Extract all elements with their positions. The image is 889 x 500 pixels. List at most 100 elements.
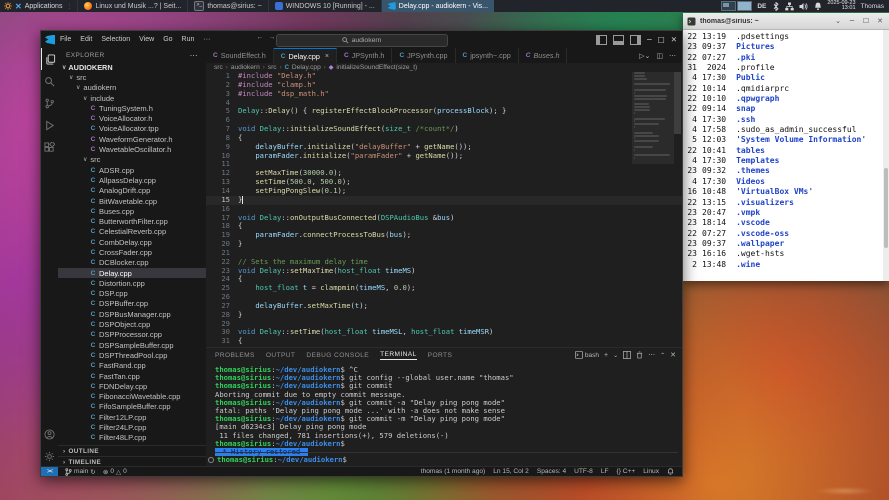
- keyboard-layout-indicator[interactable]: DE: [757, 3, 766, 10]
- code-line-19[interactable]: 19 paramFader.connectProcessToBus(bus);: [206, 231, 682, 240]
- vscode-titlebar[interactable]: FileEditSelectionViewGoRun··· ← → audiok…: [41, 31, 682, 49]
- tree-item-FibonacciWavetable.cpp[interactable]: CFibonacciWavetable.cpp: [58, 392, 206, 402]
- code-line-17[interactable]: 17void Delay::onOutputBusConnected(DSPAu…: [206, 214, 682, 223]
- workspace-2[interactable]: [737, 1, 752, 11]
- extensions-icon[interactable]: [41, 136, 58, 158]
- notifications-icon[interactable]: [667, 468, 674, 476]
- tree-item-FastRand.cpp[interactable]: CFastRand.cpp: [58, 361, 206, 371]
- breadcrumb-item[interactable]: initializeSoundEffect(size_t): [336, 64, 417, 71]
- code-line-3[interactable]: 3#include "dsp_math.h": [206, 90, 682, 99]
- tree-item-CombDelay.cpp[interactable]: CCombDelay.cpp: [58, 237, 206, 247]
- commit-info[interactable]: thomas (1 month ago): [421, 468, 486, 475]
- menu-run[interactable]: Run: [182, 36, 195, 43]
- tree-item-TuningSystem.h[interactable]: CTuningSystem.h: [58, 103, 206, 113]
- workspace-pager[interactable]: [721, 1, 752, 11]
- tree-item-DSPProcessor.cpp[interactable]: CDSPProcessor.cpp: [58, 330, 206, 340]
- toggle-secondary-sidebar-icon[interactable]: [630, 35, 641, 45]
- terminal-dropdown-icon[interactable]: ⌄: [613, 352, 618, 359]
- code-line-27[interactable]: 27 delayBuffer.setMaxTime(t);: [206, 302, 682, 311]
- tree-item-Filter48LP.cpp[interactable]: CFilter48LP.cpp: [58, 433, 206, 443]
- code-editor[interactable]: 1#include "Delay.h"2#include "clamp.h"3#…: [206, 72, 682, 347]
- panel-maximize-icon[interactable]: ⌃: [660, 352, 665, 359]
- integrated-terminal[interactable]: thomas@sirius:~/dev/audiokern$ ^Cthomas@…: [215, 366, 678, 456]
- tab-JPSynth.h[interactable]: CJPSynth.h: [337, 48, 392, 63]
- tree-item-ButterworthFilter.cpp[interactable]: CButterworthFilter.cpp: [58, 216, 206, 226]
- panel-tab-terminal[interactable]: TERMINAL: [380, 351, 417, 360]
- window-maximize-button[interactable]: □: [658, 35, 665, 44]
- tree-item-Buses.cpp[interactable]: CBuses.cpp: [58, 206, 206, 216]
- taskbar-button-terminal[interactable]: >_thomas@sirius: ~: [187, 0, 267, 12]
- problems-item[interactable]: ⊗ 0 △ 0: [103, 468, 127, 476]
- code-line-20[interactable]: 20}: [206, 240, 682, 249]
- run-button[interactable]: ▷⌄: [639, 52, 650, 60]
- code-line-31[interactable]: 31{: [206, 337, 682, 346]
- terminal-close-button[interactable]: ✕: [875, 17, 885, 25]
- nav-back-icon[interactable]: ←: [257, 34, 264, 41]
- account-icon[interactable]: [41, 423, 58, 445]
- clock[interactable]: 2025-09-23 13:01: [827, 1, 855, 12]
- source-control-icon[interactable]: [41, 92, 58, 114]
- breadcrumb-item[interactable]: audiokern: [231, 64, 260, 71]
- split-editor-icon[interactable]: ◫: [656, 52, 663, 60]
- tree-item-FastTan.cpp[interactable]: CFastTan.cpp: [58, 371, 206, 381]
- tree-item-FifoSampleBuffer.cpp[interactable]: CFifoSampleBuffer.cpp: [58, 402, 206, 412]
- tree-item-src[interactable]: ∨src: [58, 72, 206, 82]
- tree-item-DSP.cpp[interactable]: CDSP.cpp: [58, 289, 206, 299]
- tab-JPSynth.cpp[interactable]: CJPSynth.cpp: [392, 48, 455, 63]
- tree-item-FDNDelay.cpp[interactable]: CFDNDelay.cpp: [58, 381, 206, 391]
- window-minimize-button[interactable]: ─: [647, 35, 652, 44]
- os-indicator[interactable]: Linux: [643, 468, 659, 475]
- kill-terminal-icon[interactable]: [636, 351, 643, 359]
- terminal-menu-button[interactable]: ⌄: [833, 17, 843, 25]
- tree-item-CrossFader.cpp[interactable]: CCrossFader.cpp: [58, 247, 206, 257]
- menu-[interactable]: ···: [203, 36, 210, 43]
- tree-item-Filter24LP.cpp[interactable]: CFilter24LP.cpp: [58, 422, 206, 432]
- tree-item-DSPBuffer.cpp[interactable]: CDSPBuffer.cpp: [58, 299, 206, 309]
- network-icon[interactable]: [785, 1, 794, 11]
- explorer-icon[interactable]: [41, 48, 58, 70]
- eol[interactable]: LF: [601, 468, 609, 475]
- tab-SoundEffect.h[interactable]: CSoundEffect.h: [206, 48, 274, 63]
- tree-item-BitWavetable.cpp[interactable]: CBitWavetable.cpp: [58, 196, 206, 206]
- panel-more-icon[interactable]: ⋯: [648, 351, 655, 359]
- breadcrumb-item[interactable]: src: [214, 64, 223, 71]
- code-line-7[interactable]: 7void Delay::initializeSoundEffect(size_…: [206, 125, 682, 134]
- tree-item-CelestialReverb.cpp[interactable]: CCelestialReverb.cpp: [58, 227, 206, 237]
- tree-item-WaveformGenerator.h[interactable]: CWaveformGenerator.h: [58, 134, 206, 144]
- workspace-1[interactable]: [721, 1, 736, 11]
- panel-tab-problems[interactable]: PROBLEMS: [215, 352, 255, 359]
- tree-item-Delay.cpp[interactable]: CDelay.cpp: [58, 268, 206, 278]
- terminal-minimize-button[interactable]: ─: [847, 17, 857, 25]
- menu-view[interactable]: View: [139, 36, 154, 43]
- sidebar-section-outline[interactable]: ›OUTLINE: [58, 445, 206, 456]
- applications-menu[interactable]: Applications: [25, 3, 63, 10]
- terminal-scrollbar-thumb[interactable]: [884, 168, 888, 248]
- code-line-5[interactable]: 5Delay::Delay() { registerEffectBlockPro…: [206, 107, 682, 116]
- taskbar-button-vscode[interactable]: Delay.cpp - audiokern - Vis...: [381, 0, 494, 12]
- cursor-position[interactable]: Ln 15, Col 2: [493, 468, 529, 475]
- taskbar-button-virtualbox[interactable]: WINDOWS 10 [Running] - ...: [268, 0, 381, 12]
- tree-item-DSPObject.cpp[interactable]: CDSPObject.cpp: [58, 319, 206, 329]
- tree-item-AnalogDrift.cpp[interactable]: CAnalogDrift.cpp: [58, 186, 206, 196]
- code-line-14[interactable]: 14 setPingPongSlew(0.1);: [206, 187, 682, 196]
- code-line-30[interactable]: 30void Delay::setTime(host_float timeMSL…: [206, 328, 682, 337]
- volume-icon[interactable]: [799, 1, 808, 11]
- menu-selection[interactable]: Selection: [101, 36, 130, 43]
- tree-item-AllpassDelay.cpp[interactable]: CAllpassDelay.cpp: [58, 175, 206, 185]
- code-line-28[interactable]: 28}: [206, 311, 682, 320]
- tab-Buses.h[interactable]: CBuses.h: [519, 48, 568, 63]
- bluetooth-icon[interactable]: [771, 1, 780, 11]
- minimap[interactable]: [634, 72, 672, 342]
- terminal-file-listing[interactable]: 2213:19.pdsettings2309:37Pictures2207:27…: [683, 30, 883, 281]
- tree-item-DSPBusManager.cpp[interactable]: CDSPBusManager.cpp: [58, 309, 206, 319]
- window-close-button[interactable]: ✕: [671, 35, 677, 44]
- remote-indicator[interactable]: ><: [41, 467, 58, 476]
- tree-item-DCBlocker.cpp[interactable]: CDCBlocker.cpp: [58, 258, 206, 268]
- settings-gear-icon[interactable]: [41, 445, 58, 467]
- settings-icon[interactable]: [4, 2, 12, 10]
- terminal-maximize-button[interactable]: ☐: [861, 17, 871, 25]
- shell-selector[interactable]: bash: [575, 351, 599, 359]
- tree-item-Distortion.cpp[interactable]: CDistortion.cpp: [58, 278, 206, 288]
- terminal-current-prompt[interactable]: thomas@sirius:~/dev/audiokern$: [215, 452, 678, 464]
- tab-Delay.cpp[interactable]: CDelay.cpp×: [274, 48, 337, 63]
